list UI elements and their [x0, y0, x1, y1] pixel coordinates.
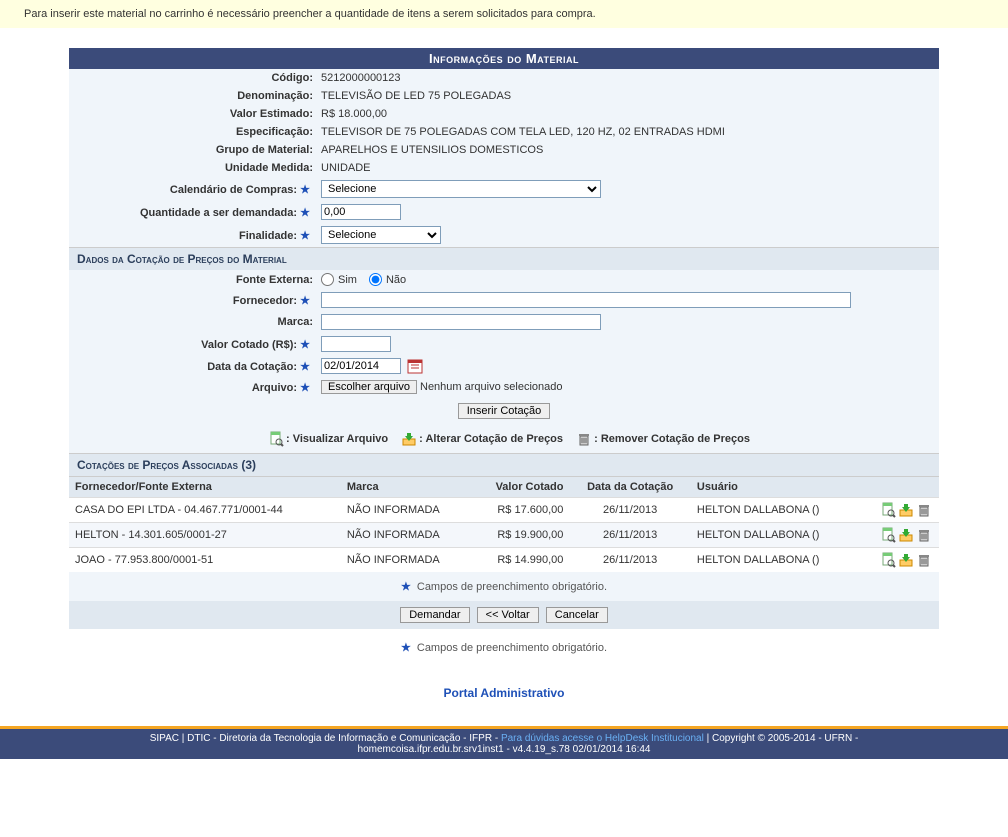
valor-cotado-input[interactable]	[321, 336, 391, 352]
calendar-icon[interactable]	[407, 358, 423, 374]
calendario-label: Calendário de Compras:	[170, 184, 297, 196]
valor-estimado-label: Valor Estimado:	[69, 108, 319, 120]
quantidade-input[interactable]	[321, 204, 401, 220]
edit-icon	[401, 431, 417, 447]
valor-estimado-value: R$ 18.000,00	[319, 108, 939, 120]
codigo-label: Código:	[69, 72, 319, 84]
cancelar-button[interactable]: Cancelar	[546, 607, 608, 623]
data-cotacao-input[interactable]	[321, 358, 401, 374]
cotacao-section-title: Dados da Cotação de Preços do Material	[69, 247, 939, 270]
trash-icon[interactable]	[916, 552, 932, 568]
campos-obrigatorios-note: ★ Campos de preenchimento obrigatório.	[69, 572, 939, 601]
especificacao-value: TELEVISOR DE 75 POLEGADAS COM TELA LED, …	[319, 126, 939, 138]
fonte-nao-label: Não	[386, 274, 406, 286]
cotacoes-table: Fornecedor/Fonte Externa Marca Valor Cot…	[69, 476, 939, 572]
view-file-icon[interactable]	[880, 502, 896, 518]
fornecedor-input[interactable]	[321, 292, 851, 308]
edit-icon[interactable]	[898, 527, 914, 543]
required-icon: ★	[300, 382, 310, 394]
trash-icon[interactable]	[916, 502, 932, 518]
data-cotacao-label: Data da Cotação:	[207, 361, 297, 373]
th-data: Data da Cotação	[569, 477, 691, 498]
cell-data: 26/11/2013	[569, 523, 691, 548]
table-row: CASA DO EPI LTDA - 04.467.771/0001-44NÃO…	[69, 498, 939, 523]
info-banner: Para inserir este material no carrinho é…	[0, 0, 1008, 28]
calendario-select[interactable]: Selecione	[321, 180, 601, 198]
cell-valor: R$ 17.600,00	[471, 498, 570, 523]
footer: SIPAC | DTIC - Diretoria da Tecnologia d…	[0, 726, 1008, 759]
cotacoes-table-title: Cotações de Preços Associadas (3)	[69, 453, 939, 476]
cell-data: 26/11/2013	[569, 548, 691, 573]
th-usuario: Usuário	[691, 477, 857, 498]
cell-marca: NÃO INFORMADA	[341, 548, 471, 573]
finalidade-select[interactable]: Selecione	[321, 226, 441, 244]
helpdesk-link[interactable]: Para dúvidas acesse o HelpDesk Instituci…	[501, 733, 704, 744]
view-file-icon[interactable]	[880, 527, 896, 543]
cell-usuario: HELTON DALLABONA ()	[691, 498, 857, 523]
marca-input[interactable]	[321, 314, 601, 330]
demandar-button[interactable]: Demandar	[400, 607, 469, 623]
cell-valor: R$ 14.990,00	[471, 548, 570, 573]
th-fornecedor: Fornecedor/Fonte Externa	[69, 477, 341, 498]
required-icon: ★	[300, 295, 310, 307]
cell-marca: NÃO INFORMADA	[341, 498, 471, 523]
trash-icon	[576, 431, 592, 447]
cell-fornecedor: JOAO - 77.953.800/0001-51	[69, 548, 341, 573]
arquivo-label: Arquivo:	[252, 382, 297, 394]
nenhum-arquivo-text: Nenhum arquivo selecionado	[420, 381, 562, 393]
panel-title: Informações do Material	[69, 48, 939, 69]
inserir-cotacao-button[interactable]: Inserir Cotação	[458, 403, 551, 419]
fonte-sim-label: Sim	[338, 274, 357, 286]
required-icon: ★	[300, 184, 310, 196]
grupo-value: APARELHOS E UTENSILIOS DOMESTICOS	[319, 144, 939, 156]
especificacao-label: Especificação:	[69, 126, 319, 138]
legend-row: : Visualizar Arquivo : Alterar Cotação d…	[69, 425, 939, 453]
th-marca: Marca	[341, 477, 471, 498]
view-file-icon	[268, 431, 284, 447]
cell-marca: NÃO INFORMADA	[341, 523, 471, 548]
fonte-nao-radio[interactable]	[369, 273, 382, 286]
codigo-value: 5212000000123	[319, 72, 939, 84]
required-icon: ★	[300, 230, 310, 242]
grupo-label: Grupo de Material:	[69, 144, 319, 156]
cell-data: 26/11/2013	[569, 498, 691, 523]
cell-usuario: HELTON DALLABONA ()	[691, 523, 857, 548]
required-icon: ★	[300, 339, 310, 351]
portal-administrativo-link[interactable]: Portal Administrativo	[444, 686, 565, 700]
view-file-icon[interactable]	[880, 552, 896, 568]
table-row: HELTON - 14.301.605/0001-27NÃO INFORMADA…	[69, 523, 939, 548]
edit-icon[interactable]	[898, 552, 914, 568]
th-valor: Valor Cotado	[471, 477, 570, 498]
cell-fornecedor: HELTON - 14.301.605/0001-27	[69, 523, 341, 548]
fornecedor-label: Fornecedor:	[233, 295, 297, 307]
required-icon: ★	[300, 361, 310, 373]
denominacao-value: TELEVISÃO DE LED 75 POLEGADAS	[319, 90, 939, 102]
unidade-label: Unidade Medida:	[69, 162, 319, 174]
escolher-arquivo-button[interactable]: Escolher arquivo	[321, 380, 417, 394]
cell-usuario: HELTON DALLABONA ()	[691, 548, 857, 573]
finalidade-label: Finalidade:	[239, 230, 297, 242]
quantidade-label: Quantidade a ser demandada:	[140, 207, 297, 219]
campos-obrigatorios-note-outer: ★ Campos de preenchimento obrigatório.	[0, 629, 1008, 666]
table-row: JOAO - 77.953.800/0001-51NÃO INFORMADAR$…	[69, 548, 939, 573]
voltar-button[interactable]: << Voltar	[477, 607, 539, 623]
trash-icon[interactable]	[916, 527, 932, 543]
valor-cotado-label: Valor Cotado (R$):	[201, 339, 297, 351]
cell-fornecedor: CASA DO EPI LTDA - 04.467.771/0001-44	[69, 498, 341, 523]
marca-label: Marca:	[69, 316, 319, 328]
cell-valor: R$ 19.900,00	[471, 523, 570, 548]
fonte-sim-radio[interactable]	[321, 273, 334, 286]
denominacao-label: Denominação:	[69, 90, 319, 102]
required-icon: ★	[300, 207, 310, 219]
th-actions	[857, 477, 939, 498]
edit-icon[interactable]	[898, 502, 914, 518]
fonte-externa-label: Fonte Externa:	[69, 274, 319, 286]
unidade-value: UNIDADE	[319, 162, 939, 174]
